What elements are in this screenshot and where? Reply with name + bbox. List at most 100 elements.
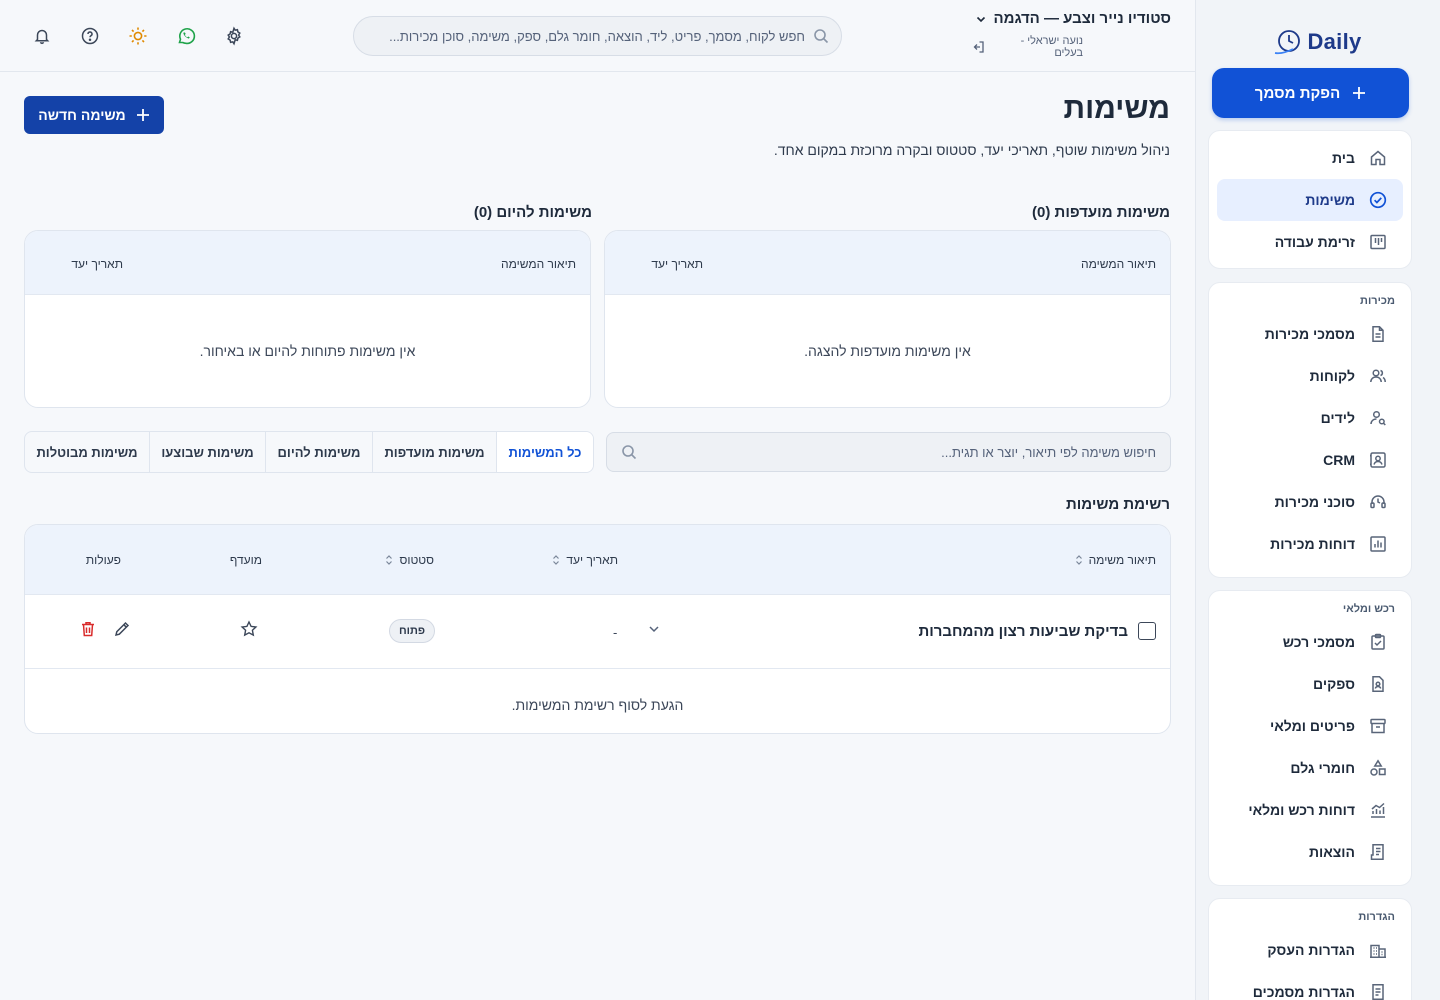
column-label: תאריך יעד [566, 553, 618, 567]
nav-group-purchasing: רכש ומלאי מסמכי רכש ספקים פריטים ומלאי ח… [1208, 590, 1412, 886]
sidebar-item-inventory[interactable]: פריטים ומלאי [1217, 705, 1403, 747]
create-document-button[interactable]: הפקת מסמך [1212, 68, 1409, 118]
sidebar-item-label: לידים [1320, 410, 1355, 426]
create-document-label: הפקת מסמך [1254, 84, 1341, 102]
logo[interactable]: Daily [1196, 24, 1440, 60]
sidebar-item-label: הגדרות העסק [1267, 942, 1355, 958]
sidebar-item-sales-agents[interactable]: סוכני מכירות [1217, 481, 1403, 523]
column-header-preferred: מועדף [230, 553, 262, 567]
logo-clock-icon [1273, 28, 1305, 56]
column-label: תיאור משימה [1088, 553, 1156, 567]
kanban-icon [1369, 233, 1387, 251]
status-badge: פתוח [389, 619, 435, 643]
bell-icon[interactable] [30, 24, 54, 48]
document-icon [1369, 325, 1387, 343]
global-search[interactable] [353, 16, 842, 56]
nav-group-sales: מכירות מסמכי מכירות לקוחות לידים CRM סוכ… [1208, 282, 1412, 578]
organization-switcher[interactable]: סטודיו נייר וצבע — הדגמה נועה ישראלי - ב… [971, 10, 1171, 59]
sidebar-item-raw-materials[interactable]: חומרי גלם [1217, 747, 1403, 789]
star-icon[interactable] [240, 620, 258, 638]
sort-header-status[interactable]: סטטוס [385, 553, 434, 567]
column-header-actions: פעולות [86, 553, 121, 567]
column-label: פעולות [85, 553, 121, 567]
nav-group-main: בית משימות זרימת עבודה [1208, 130, 1412, 269]
chevron-down-icon [975, 13, 987, 25]
tab-today-tasks[interactable]: משימות להיום [265, 432, 372, 472]
tab-completed-tasks[interactable]: משימות שבוצעו [149, 432, 265, 472]
task-search-input[interactable] [645, 444, 1156, 460]
help-icon[interactable] [78, 24, 102, 48]
sidebar-item-purchase-reports[interactable]: דוחות רכש ומלאי [1217, 789, 1403, 831]
sidebar-item-sales-docs[interactable]: מסמכי מכירות [1217, 313, 1403, 355]
topbar-actions [30, 24, 246, 48]
sidebar-item-purchase-docs[interactable]: מסמכי רכש [1217, 621, 1403, 663]
tab-cancelled-tasks[interactable]: משימות מבוטלות [25, 432, 149, 472]
receipt-icon [1369, 843, 1387, 861]
sidebar-item-business-settings[interactable]: הגדרות העסק [1217, 929, 1403, 971]
sidebar-item-document-settings[interactable]: הגדרות מסמכים [1217, 971, 1403, 1000]
global-search-input[interactable] [366, 28, 805, 44]
row-checkbox[interactable] [1138, 622, 1156, 640]
table-header: תיאור משימה תאריך יעד סטטוס מועדף פעולות [25, 525, 1170, 595]
tab-preferred-tasks[interactable]: משימות מועדפות [372, 432, 496, 472]
tab-all-tasks[interactable]: כל המשימות [496, 432, 593, 472]
sun-icon[interactable] [126, 24, 150, 48]
logo-text: Daily [1307, 29, 1362, 54]
sidebar-item-label: לקוחות [1309, 368, 1355, 384]
pencil-icon[interactable] [113, 620, 131, 638]
column-header-description: תיאור המשימה [500, 257, 576, 271]
nav-group-settings: הגדרות הגדרות העסק הגדרות מסמכים [1208, 898, 1412, 1000]
trend-chart-icon [1369, 801, 1387, 819]
new-task-label: משימה חדשה [38, 107, 126, 123]
sidebar-item-workflow[interactable]: זרימת עבודה [1217, 221, 1403, 263]
document-settings-icon [1369, 983, 1387, 1000]
sidebar-item-home[interactable]: בית [1217, 137, 1403, 179]
table-row[interactable]: בדיקת שביעות רצון מהמחברות - פתוח [25, 595, 1170, 669]
sidebar-item-label: מסמכי מכירות [1264, 326, 1355, 342]
sort-header-due-date[interactable]: תאריך יעד [552, 553, 618, 567]
sidebar-item-sales-reports[interactable]: דוחות מכירות [1217, 523, 1403, 565]
logout-icon[interactable] [971, 40, 985, 54]
sidebar-item-crm[interactable]: CRM [1217, 439, 1403, 481]
sidebar-item-suppliers[interactable]: ספקים [1217, 663, 1403, 705]
sidebar-item-label: ספקים [1313, 676, 1355, 692]
new-task-button[interactable]: משימה חדשה [24, 96, 164, 134]
sort-header-description[interactable]: תיאור משימה [1075, 553, 1156, 567]
home-icon [1369, 149, 1387, 167]
headset-icon [1369, 493, 1387, 511]
column-header-due-date: תאריך יעד [651, 257, 703, 271]
sidebar-item-label: הוצאות [1308, 844, 1355, 860]
panel-header: תיאור המשימה תאריך יעד [605, 231, 1170, 295]
gear-icon[interactable] [222, 24, 246, 48]
sidebar-item-label: בית [1332, 150, 1355, 166]
column-label: סטטוס [399, 553, 434, 567]
whatsapp-icon[interactable] [174, 24, 198, 48]
supplier-file-icon [1369, 675, 1387, 693]
sort-icon [1075, 554, 1083, 566]
task-name: בדיקת שביעות רצון מהמחברות [918, 623, 1129, 640]
page-title: משימות [1063, 92, 1170, 125]
sidebar-item-leads[interactable]: לידים [1217, 397, 1403, 439]
sidebar-item-label: סוכני מכירות [1274, 494, 1355, 510]
plus-icon [136, 108, 150, 122]
sidebar-item-label: CRM [1323, 452, 1355, 468]
contact-card-icon [1369, 451, 1387, 469]
sidebar-item-label: הגדרות מסמכים [1252, 984, 1355, 1000]
column-header-description: תיאור המשימה [1080, 257, 1156, 271]
bar-chart-icon [1369, 535, 1387, 553]
end-of-list-message: הגעת לסוף רשימת המשימות. [511, 697, 684, 713]
sidebar-item-expenses[interactable]: הוצאות [1217, 831, 1403, 873]
expand-chevron-icon[interactable] [647, 622, 661, 636]
shapes-icon [1369, 759, 1387, 777]
check-circle-icon [1369, 191, 1387, 209]
trash-icon[interactable] [79, 620, 97, 638]
task-search[interactable] [606, 432, 1171, 472]
sidebar-item-customers[interactable]: לקוחות [1217, 355, 1403, 397]
empty-state: אין משימות פתוחות להיום או באיחור. [199, 343, 416, 359]
sidebar-item-label: מסמכי רכש [1282, 634, 1355, 650]
sidebar: Daily הפקת מסמך בית משימות זרימת עבודה מ… [1195, 0, 1440, 1000]
nav-section-title: הגדרות [1358, 911, 1395, 923]
today-tasks-panel: תיאור המשימה תאריך יעד אין משימות פתוחות… [24, 230, 591, 408]
sidebar-item-tasks[interactable]: משימות [1217, 179, 1403, 221]
task-due-date: - [613, 625, 618, 640]
